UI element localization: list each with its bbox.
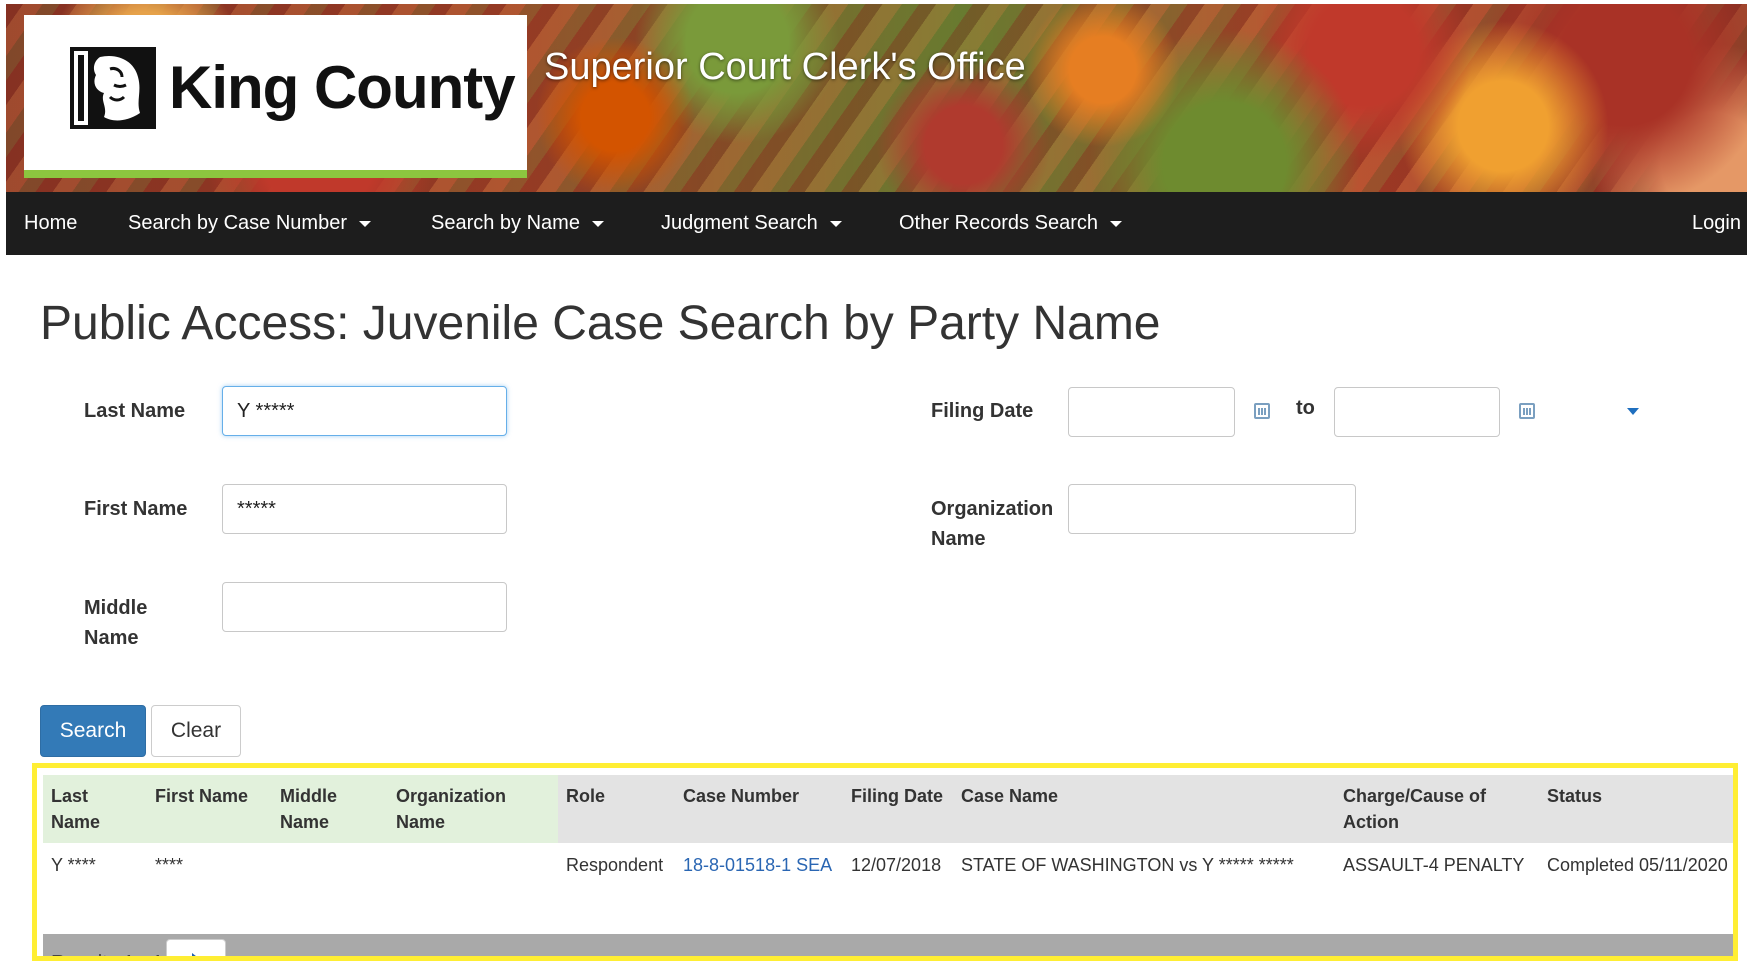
col-header-first-name[interactable]: First Name (147, 775, 272, 843)
nav-login-label: Login (1692, 212, 1741, 234)
filing-date-to-label: to (1296, 397, 1315, 419)
middle-name-input[interactable] (222, 582, 507, 632)
calendar-icon[interactable] (1254, 403, 1270, 419)
calendar-icon[interactable] (1519, 403, 1535, 419)
cell-organization-name (388, 843, 558, 888)
col-header-filing-date[interactable]: Filing Date (843, 775, 953, 843)
first-name-label: First Name (84, 498, 188, 520)
col-header-case-name[interactable]: Case Name (953, 775, 1335, 843)
nav-other-records-search[interactable]: Other Records Search (899, 192, 1122, 255)
clear-button[interactable]: Clear (151, 705, 241, 757)
table-row: Y **** **** Respondent 18-8-01518-1 SEA … (43, 843, 1733, 888)
filing-date-to-input[interactable] (1334, 387, 1500, 437)
nav-home[interactable]: Home (24, 192, 77, 255)
filing-date-label: Filing Date (931, 400, 1034, 422)
nav-search-by-case-number[interactable]: Search by Case Number (128, 192, 371, 255)
nav-judgment-search-label: Judgment Search (661, 212, 818, 234)
header-banner: King County Superior Court Clerk's Offic… (6, 4, 1747, 192)
cell-role: Respondent (566, 855, 664, 875)
cell-case-name: STATE OF WASHINGTON vs Y ***** ***** (961, 855, 1294, 875)
cell-status: Completed 05/11/2020 (1547, 855, 1728, 875)
pager-results-count: Results 1 - 1 (51, 952, 163, 956)
filing-date-from-input[interactable] (1068, 387, 1235, 437)
chevron-down-icon (829, 220, 842, 227)
cell-filing-date: 12/07/2018 (851, 855, 942, 875)
logo-text: King County (169, 54, 516, 121)
col-header-charge[interactable]: Charge/Cause of Action (1335, 775, 1539, 843)
cell-middle-name (272, 843, 388, 888)
page-title: Public Access: Juvenile Case Search by P… (40, 297, 1161, 350)
nav-search-by-case-number-label: Search by Case Number (128, 212, 347, 234)
col-header-role[interactable]: Role (558, 775, 675, 843)
chevron-down-icon (591, 220, 604, 227)
cell-first-name: **** (155, 855, 184, 875)
cell-case-number: 18-8-01518-1 SEA (675, 843, 843, 888)
nav-home-label: Home (24, 212, 78, 234)
king-county-logo[interactable]: King County (24, 15, 527, 178)
site-title: Superior Court Clerk's Office (544, 46, 1026, 88)
results-table: Last Name First Name Middle Name Organiz… (43, 775, 1733, 888)
organization-name-label: Organization Name (931, 498, 1054, 550)
results-pager: Results 1 - 1 (43, 934, 1733, 956)
col-header-status[interactable]: Status (1539, 775, 1733, 843)
nav-other-records-search-label: Other Records Search (899, 212, 1098, 234)
last-name-label: Last Name (84, 400, 186, 422)
chevron-down-icon (1109, 220, 1122, 227)
nav-search-by-name-label: Search by Name (431, 212, 580, 234)
chevron-down-icon[interactable] (1627, 408, 1639, 415)
cell-charge: ASSAULT-4 PENALTY (1343, 855, 1525, 875)
results-highlight-frame: Last Name First Name Middle Name Organiz… (32, 763, 1738, 961)
col-header-case-number[interactable]: Case Number (675, 775, 843, 843)
organization-name-input[interactable] (1068, 484, 1356, 534)
king-county-logo-icon (70, 47, 156, 129)
pager-next-button[interactable] (166, 939, 226, 956)
col-header-last-name[interactable]: Last Name (43, 775, 147, 843)
nav-login[interactable]: Login (1692, 192, 1741, 255)
last-name-input[interactable] (222, 386, 507, 436)
chevron-down-icon (358, 220, 371, 227)
col-header-organization-name[interactable]: Organization Name (388, 775, 558, 843)
middle-name-label: Middle Name (84, 597, 148, 649)
case-number-link[interactable]: 18-8-01518-1 SEA (683, 855, 832, 875)
results-header-row: Last Name First Name Middle Name Organiz… (43, 775, 1733, 843)
main-navbar: Home Search by Case Number Search by Nam… (6, 192, 1747, 255)
search-button[interactable]: Search (40, 705, 146, 757)
nav-judgment-search[interactable]: Judgment Search (661, 192, 842, 255)
col-header-middle-name[interactable]: Middle Name (272, 775, 388, 843)
nav-search-by-name[interactable]: Search by Name (431, 192, 604, 255)
first-name-input[interactable] (222, 484, 507, 534)
cell-last-name: Y **** (51, 855, 96, 875)
